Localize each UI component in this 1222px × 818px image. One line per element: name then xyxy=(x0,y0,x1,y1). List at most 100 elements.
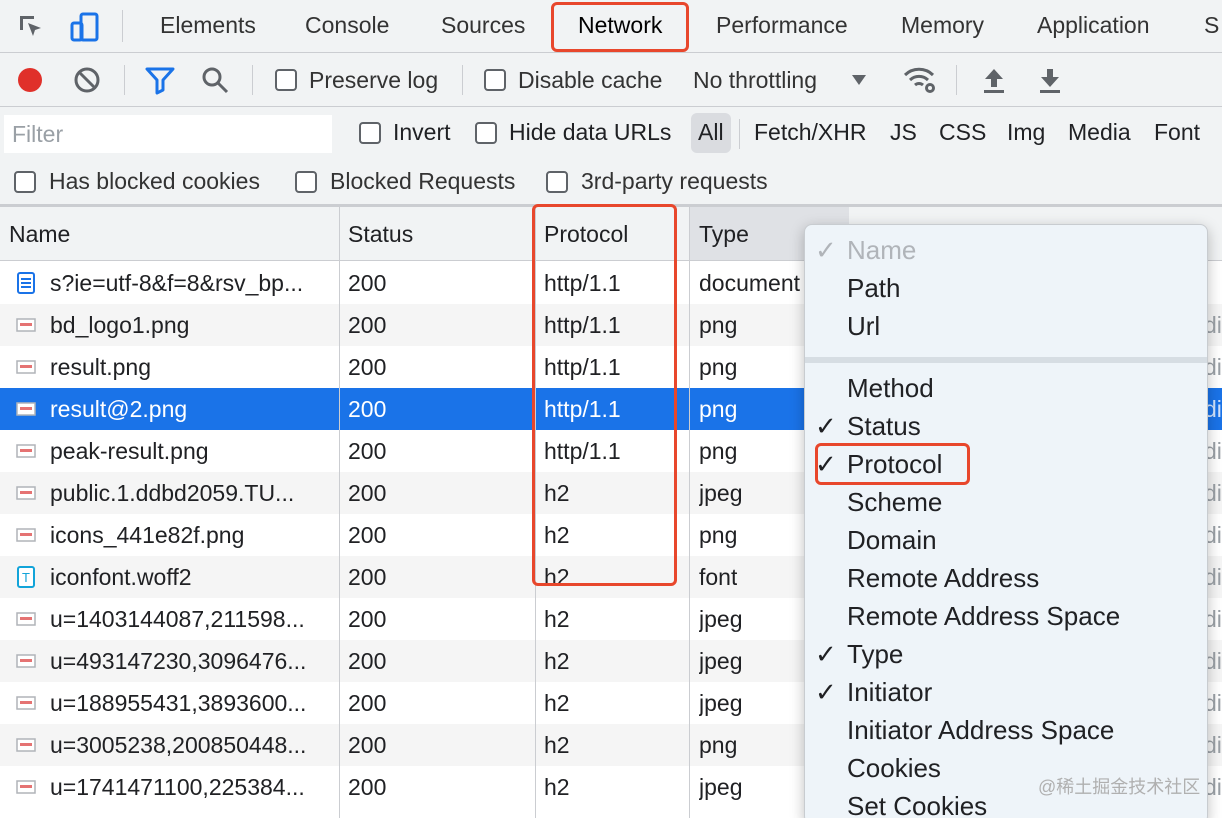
menu-item-label: Path xyxy=(847,273,901,303)
tab-sources[interactable]: Sources xyxy=(441,12,525,39)
column-header-name[interactable]: Name xyxy=(9,221,70,248)
request-type: png xyxy=(699,438,738,464)
checkbox-box[interactable] xyxy=(14,170,36,193)
tab-console[interactable]: Console xyxy=(305,12,389,39)
request-type: png xyxy=(699,312,738,338)
checkbox-box[interactable] xyxy=(546,170,568,193)
checkbox-box[interactable] xyxy=(295,170,317,193)
image-icon xyxy=(16,776,36,798)
menu-item-domain[interactable]: Domain xyxy=(805,521,1207,559)
menu-item-type[interactable]: ✓ Type xyxy=(805,635,1207,673)
column-divider xyxy=(689,207,690,818)
menu-item-label: Scheme xyxy=(847,487,943,517)
hide-data-urls-checkbox[interactable]: Hide data URLs xyxy=(475,119,671,146)
disable-cache-checkbox[interactable]: Disable cache xyxy=(484,63,662,97)
hide-data-urls-label: Hide data URLs xyxy=(509,119,672,145)
menu-item-name: ✓ Name xyxy=(805,231,1207,269)
request-status: 200 xyxy=(348,606,387,632)
filter-type-img[interactable]: Img xyxy=(1007,119,1045,146)
protocol-column-highlight xyxy=(532,204,677,586)
tab-application[interactable]: Application xyxy=(1037,12,1150,39)
menu-item-method[interactable]: Method xyxy=(805,369,1207,407)
checkmark-icon: ✓ xyxy=(815,677,837,707)
filter-input[interactable]: Filter xyxy=(4,115,332,153)
menu-item-status[interactable]: ✓ Status xyxy=(805,407,1207,445)
invert-checkbox[interactable]: Invert xyxy=(359,119,451,146)
filter-type-js[interactable]: JS xyxy=(890,119,917,146)
image-icon xyxy=(16,398,36,420)
image-icon xyxy=(16,692,36,714)
request-status: 200 xyxy=(348,774,387,800)
tab-memory[interactable]: Memory xyxy=(901,12,984,39)
request-type: jpeg xyxy=(699,648,743,674)
request-name: u=1741471100,225384... xyxy=(50,774,305,800)
request-type: jpeg xyxy=(699,690,743,716)
filter-toggle-button[interactable] xyxy=(144,63,176,97)
menu-item-path[interactable]: Path xyxy=(805,269,1207,307)
menu-item-scheme[interactable]: Scheme xyxy=(805,483,1207,521)
filter-bar: Filter Invert Hide data URLs All Fetch/X… xyxy=(0,107,1222,207)
toolbar-divider xyxy=(122,10,123,42)
image-icon xyxy=(16,440,36,462)
request-status: 200 xyxy=(348,354,387,380)
filter-type-media[interactable]: Media xyxy=(1068,119,1131,146)
export-har-button[interactable] xyxy=(1036,63,1064,97)
checkbox-box[interactable] xyxy=(359,121,381,144)
request-protocol: h2 xyxy=(544,606,570,632)
clear-button[interactable] xyxy=(72,63,102,97)
record-button[interactable] xyxy=(16,63,44,97)
request-name: s?ie=utf-8&f=8&rsv_bp... xyxy=(50,270,304,296)
menu-item-label: Initiator xyxy=(847,677,933,707)
disable-cache-label: Disable cache xyxy=(518,66,663,93)
menu-separator xyxy=(805,357,1207,363)
column-header-type[interactable]: Type xyxy=(699,221,749,248)
filter-type-all[interactable]: All xyxy=(698,119,724,146)
search-button[interactable] xyxy=(200,63,230,97)
menu-item-label: Cookies xyxy=(847,753,941,783)
checkbox-box[interactable] xyxy=(484,69,506,91)
request-protocol: h2 xyxy=(544,690,570,716)
menu-item-url[interactable]: Url xyxy=(805,307,1207,345)
upload-icon xyxy=(984,69,1004,93)
menu-item-remote-address[interactable]: Remote Address xyxy=(805,559,1207,597)
tab-elements[interactable]: Elements xyxy=(160,12,256,39)
filter-type-font[interactable]: Font xyxy=(1154,119,1200,146)
request-name: u=493147230,3096476... xyxy=(50,648,307,674)
import-har-button[interactable] xyxy=(980,63,1008,97)
menu-item-remote-address-space[interactable]: Remote Address Space xyxy=(805,597,1207,635)
column-header-status[interactable]: Status xyxy=(348,221,413,248)
request-status: 200 xyxy=(348,564,387,590)
checkbox-box[interactable] xyxy=(275,69,297,91)
menu-item-initiator[interactable]: ✓ Initiator xyxy=(805,673,1207,711)
image-icon xyxy=(16,524,36,546)
request-type: font xyxy=(699,564,738,590)
toolbar-divider xyxy=(462,65,463,95)
has-blocked-cookies-checkbox[interactable]: Has blocked cookies xyxy=(14,168,260,195)
checkmark-icon: ✓ xyxy=(815,639,837,669)
menu-item-label: Url xyxy=(847,311,881,341)
column-context-menu: ✓ Name Path Url Method ✓ Status ✓ Protocol Scheme… xyxy=(804,224,1208,818)
search-icon xyxy=(202,67,229,94)
preserve-log-checkbox[interactable]: Preserve log xyxy=(275,63,438,97)
document-icon xyxy=(16,272,36,294)
tab-performance[interactable]: Performance xyxy=(716,12,848,39)
preserve-log-label: Preserve log xyxy=(309,66,439,93)
throttling-select[interactable]: No throttling xyxy=(693,63,867,97)
checkbox-box[interactable] xyxy=(475,121,497,144)
request-protocol: h2 xyxy=(544,774,570,800)
svg-text:T: T xyxy=(22,570,30,585)
third-party-requests-checkbox[interactable]: 3rd-party requests xyxy=(546,168,768,195)
device-toolbar-icon[interactable] xyxy=(68,10,102,44)
inspect-element-icon[interactable] xyxy=(14,10,48,44)
network-conditions-button[interactable] xyxy=(902,63,938,97)
invert-label: Invert xyxy=(393,119,451,145)
menu-item-label: Set Cookies xyxy=(847,791,988,818)
image-icon xyxy=(16,608,36,630)
filter-type-fetch-xhr[interactable]: Fetch/XHR xyxy=(754,119,866,146)
menu-item-initiator-address-space[interactable]: Initiator Address Space xyxy=(805,711,1207,749)
tab-security[interactable]: S xyxy=(1204,12,1219,39)
blocked-requests-checkbox[interactable]: Blocked Requests xyxy=(295,168,515,195)
image-icon xyxy=(16,734,36,756)
filter-type-css[interactable]: CSS xyxy=(939,119,986,146)
filter-icon xyxy=(145,67,175,95)
